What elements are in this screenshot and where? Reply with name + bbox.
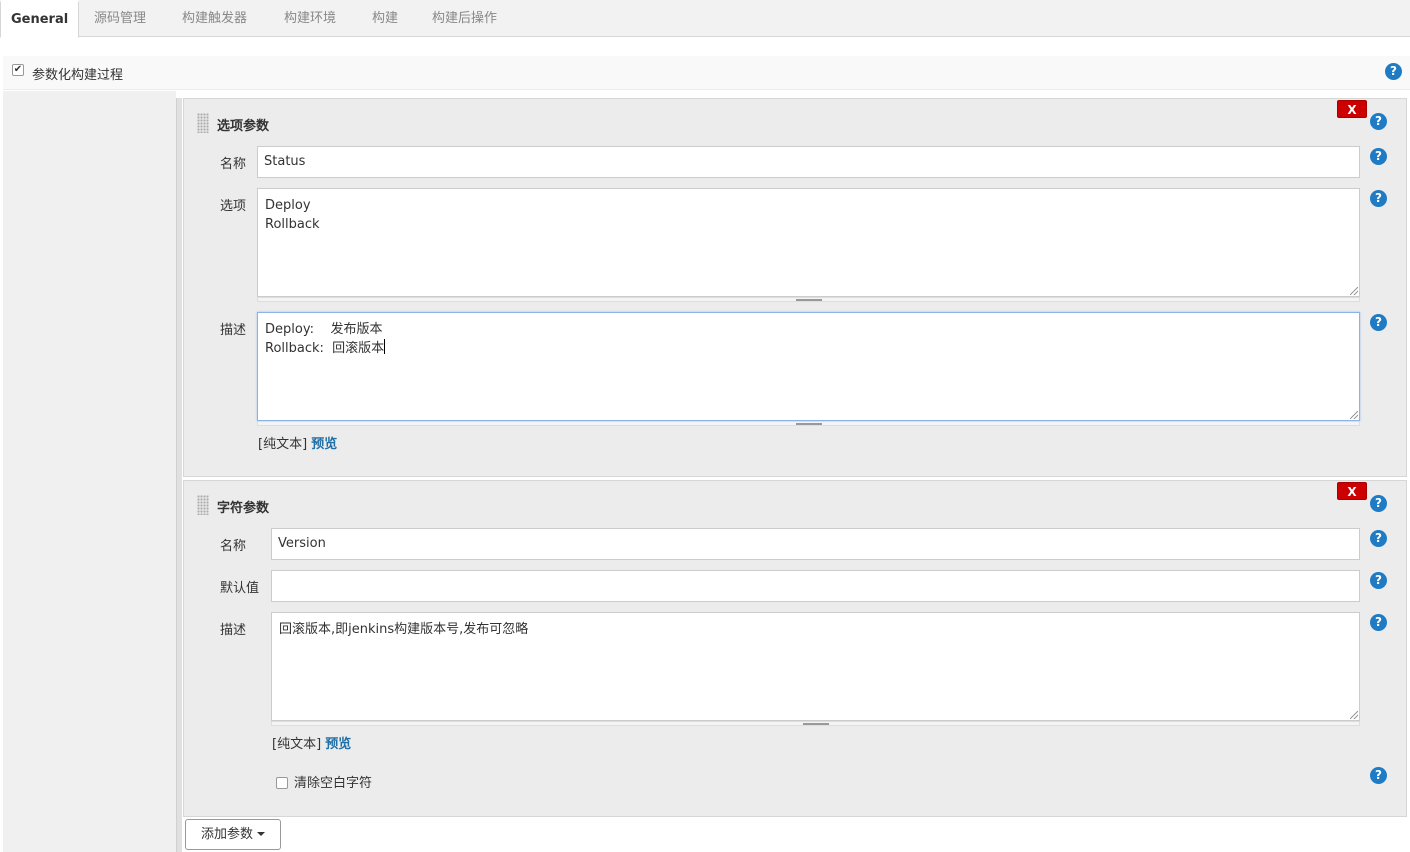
choice-line: Rollback [265, 217, 320, 232]
delete-icon[interactable]: X [1337, 482, 1367, 500]
description-line: Deploy: 发布版本 [265, 322, 383, 337]
resize-grip-icon[interactable] [1350, 411, 1358, 419]
resize-grip-icon[interactable] [1350, 711, 1358, 719]
markup-format-line: [纯文本] 预览 [272, 733, 351, 752]
name-input[interactable]: Status [257, 146, 1360, 178]
preview-link[interactable]: 预览 [325, 737, 351, 752]
name-input[interactable]: Version [271, 528, 1360, 560]
string-parameter-title: 字符参数 [217, 501, 270, 516]
choice-parameter-block: 选项参数 X ? 名称 Status ? 选项 Deploy Rollback … [183, 98, 1407, 477]
help-icon[interactable]: ? [1370, 614, 1387, 631]
choice-parameter-title: 选项参数 [217, 119, 270, 134]
description-textarea[interactable]: Deploy: 发布版本 Rollback: 回滚版本 [257, 312, 1360, 421]
choices-label: 选项 [220, 199, 247, 214]
choice-line: Deploy [265, 198, 311, 213]
default-value-label: 默认值 [220, 581, 260, 596]
tab-source-control[interactable]: 源码管理 [94, 0, 146, 37]
markup-format-line: [纯文本] 预览 [258, 433, 337, 452]
format-label: [纯文本] [258, 437, 308, 452]
tab-build-environment[interactable]: 构建环境 [284, 0, 336, 37]
trim-whitespace-label: 清除空白字符 [294, 776, 373, 791]
name-label: 名称 [220, 539, 247, 554]
help-icon[interactable]: ? [1370, 314, 1387, 331]
description-label: 描述 [220, 623, 247, 638]
resize-grip-icon[interactable] [1350, 287, 1358, 295]
caret-down-icon [257, 832, 265, 836]
parameterized-build-row: ✔ 参数化构建过程 ? [3, 56, 1410, 90]
tab-build-triggers[interactable]: 构建触发器 [182, 0, 247, 37]
string-parameter-block: 字符参数 X ? 名称 Version ? 默认值 ? 描述 回滚版本,即jen… [183, 480, 1407, 817]
description-textarea[interactable]: 回滚版本,即jenkins构建版本号,发布可忽略 [271, 612, 1360, 721]
description-label: 描述 [220, 323, 247, 338]
parameterized-build-checkbox[interactable]: ✔ [12, 64, 24, 76]
help-icon[interactable]: ? [1370, 190, 1387, 207]
help-icon[interactable]: ? [1370, 113, 1387, 130]
drag-handle-icon[interactable] [197, 495, 209, 515]
section-indent-bar [176, 98, 182, 852]
help-icon[interactable]: ? [1370, 767, 1387, 784]
description-line-text: Rollback: 回滚版本 [265, 341, 385, 356]
left-column [3, 91, 176, 852]
tab-build[interactable]: 构建 [372, 0, 398, 37]
help-icon[interactable]: ? [1385, 63, 1402, 80]
drag-handle-icon[interactable] [197, 113, 209, 133]
tab-post-build[interactable]: 构建后操作 [432, 0, 497, 37]
help-icon[interactable]: ? [1370, 148, 1387, 165]
description-line: Rollback: 回滚版本 [265, 339, 1352, 358]
textarea-splitter[interactable] [257, 297, 1360, 302]
tab-bar: General 源码管理 构建触发器 构建环境 构建 构建后操作 [0, 0, 1410, 38]
delete-icon[interactable]: X [1337, 100, 1367, 118]
help-icon[interactable]: ? [1370, 495, 1387, 512]
textarea-splitter[interactable] [257, 421, 1360, 426]
help-icon[interactable]: ? [1370, 572, 1387, 589]
tab-general[interactable]: General [0, 0, 80, 38]
format-label: [纯文本] [272, 737, 322, 752]
trim-whitespace-checkbox[interactable] [276, 777, 288, 789]
choices-textarea[interactable]: Deploy Rollback [257, 188, 1360, 297]
default-value-input[interactable] [271, 570, 1360, 602]
help-icon[interactable]: ? [1370, 530, 1387, 547]
add-parameter-label: 添加参数 [200, 827, 253, 842]
textarea-splitter[interactable] [271, 721, 1360, 726]
add-parameter-button[interactable]: 添加参数 [185, 819, 281, 850]
name-label: 名称 [220, 157, 247, 172]
preview-link[interactable]: 预览 [311, 437, 337, 452]
description-line: 回滚版本,即jenkins构建版本号,发布可忽略 [279, 622, 529, 637]
text-cursor [384, 339, 386, 354]
parameterized-build-label: 参数化构建过程 [32, 68, 124, 83]
